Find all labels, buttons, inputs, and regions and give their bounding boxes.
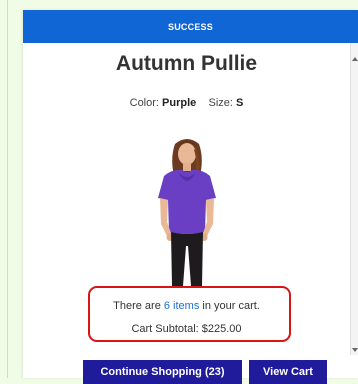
cart-items-pre: There are — [113, 300, 164, 312]
product-attributes: Color: Purple Size: S — [23, 97, 350, 109]
add-to-cart-modal: SUCCESS Autumn Pullie Color: Purple Size… — [23, 10, 358, 384]
color-label: Color: — [129, 97, 159, 109]
color-value: Purple — [162, 97, 197, 109]
modal-header: SUCCESS — [23, 10, 358, 43]
view-cart-button[interactable]: View Cart — [249, 360, 327, 384]
page-border-line — [7, 0, 8, 378]
cart-items-post: in your cart. — [199, 300, 260, 312]
product-image — [158, 139, 216, 286]
modal-header-title: SUCCESS — [168, 21, 213, 32]
scroll-down-arrow-icon[interactable] — [352, 348, 358, 352]
product-title: Autumn Pullie — [115, 52, 258, 75]
cart-items-text: There are 6 items in your cart. — [23, 300, 350, 312]
scroll-up-arrow-icon[interactable] — [352, 57, 358, 61]
size-label: Size: — [208, 97, 233, 109]
size-value: S — [236, 97, 244, 109]
cart-items-link[interactable]: 6 items — [164, 300, 199, 312]
continue-shopping-button[interactable]: Continue Shopping (23) — [83, 360, 242, 384]
modal-scrollbar[interactable] — [350, 43, 358, 355]
cart-subtotal: Cart Subtotal: $225.00 — [131, 323, 242, 335]
